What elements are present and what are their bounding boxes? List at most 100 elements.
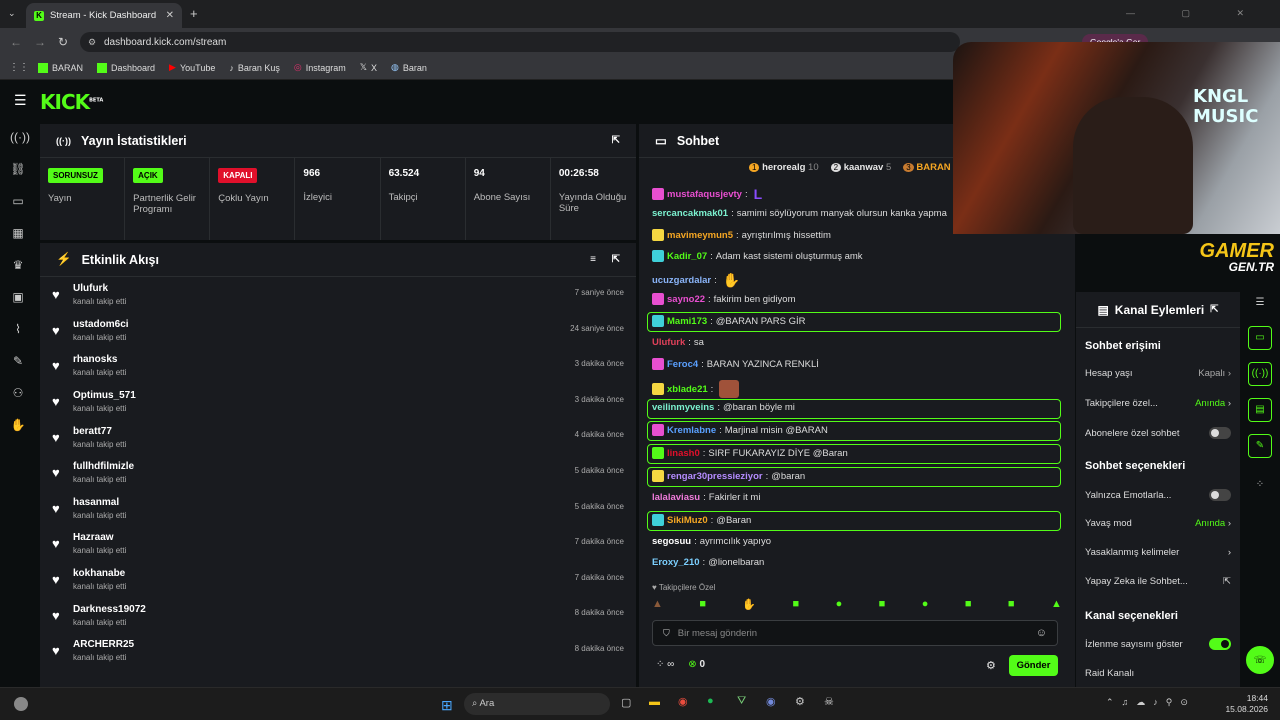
- chat-message[interactable]: segosuu: ayrımcılık yapıyo: [652, 536, 771, 547]
- chat-username[interactable]: xblade21: [667, 384, 708, 395]
- close-tab-icon[interactable]: ✕: [166, 10, 174, 21]
- feed-user[interactable]: ustadom6ci: [73, 319, 129, 330]
- feed-user[interactable]: Ulufurk: [73, 283, 126, 294]
- subs-only-toggle[interactable]: [1209, 427, 1231, 439]
- window-controls[interactable]: — ▢ ✕: [1126, 8, 1266, 19]
- bookmark-tiktok[interactable]: ♪ Baran Kuş: [229, 63, 280, 73]
- chat-username[interactable]: Kremlabne: [667, 425, 716, 436]
- emote-icon[interactable]: ✋: [742, 598, 756, 611]
- tray-icons[interactable]: ⌃♫☁♪⚲⊙: [1106, 697, 1196, 708]
- chat-message[interactable]: sercancakmak01: samimi söylüyorum manyak …: [652, 208, 947, 219]
- kick-logo[interactable]: KICKBETA: [40, 90, 103, 114]
- account-age-row[interactable]: Hesap yaşı Kapalı ›: [1085, 368, 1231, 379]
- emote-icon[interactable]: ■: [965, 598, 972, 611]
- chat-message[interactable]: Eroxy_210: @lionelbaran: [652, 557, 764, 568]
- chart-icon[interactable]: ▦: [10, 226, 26, 242]
- chat-username[interactable]: sercancakmak01: [652, 208, 728, 219]
- feed-item[interactable]: ♥ Darkness19072 kanalı takip etti 8 dakika …: [40, 597, 636, 633]
- feed-item[interactable]: ♥ ustadom6ci kanalı takip etti 24 saniye ön…: [40, 313, 636, 349]
- spotify-icon[interactable]: ●: [707, 695, 714, 707]
- discord-icon[interactable]: ◉: [766, 695, 776, 708]
- feed-user[interactable]: kokhanabe: [73, 568, 126, 579]
- taskbar-search[interactable]: ⌕ Ara: [464, 693, 610, 715]
- emote-icon[interactable]: ■: [879, 598, 886, 611]
- chat-message[interactable]: veilinmyveins: @baran böyle mi: [652, 402, 795, 413]
- feed-user[interactable]: ARCHERR25: [73, 639, 134, 650]
- url-bar[interactable]: ⚙ dashboard.kick.com/stream: [80, 32, 960, 52]
- chat-input[interactable]: ⛉ Bir mesaj gönderin ☺: [652, 620, 1058, 646]
- show-viewcount-row[interactable]: İzlenme sayısını göster: [1085, 638, 1231, 650]
- feed-item[interactable]: ♥ Ulufurk kanalı takip etti 7 saniye önce: [40, 277, 636, 313]
- emotes-only-row[interactable]: Yalnızca Emotlarla...: [1085, 489, 1231, 501]
- bookmark-x[interactable]: 𝕏X: [360, 62, 377, 73]
- explorer-icon[interactable]: ▬: [649, 696, 660, 708]
- back-icon[interactable]: ←: [10, 35, 22, 49]
- feed-user[interactable]: hasanmal: [73, 497, 126, 508]
- chat-message[interactable]: rengar30pressieziyor: @baran: [652, 470, 805, 482]
- hand-icon[interactable]: ✋: [10, 418, 26, 434]
- broadcast-tool-icon[interactable]: ((·)): [1248, 362, 1272, 386]
- list-icon[interactable]: ☰: [1248, 292, 1272, 316]
- bookmark-instagram[interactable]: ◎ Instagram: [294, 62, 346, 73]
- chat-username[interactable]: sayno22: [667, 294, 705, 305]
- popout-icon[interactable]: ⇱: [1210, 304, 1218, 315]
- emote-icon[interactable]: ■: [699, 598, 706, 611]
- viewcount-toggle[interactable]: [1209, 638, 1231, 650]
- chat-username[interactable]: mavimeymun5: [667, 230, 733, 241]
- users-icon[interactable]: ⚇: [10, 386, 26, 402]
- feed-item[interactable]: ♥ beratt77 kanalı takip etti 4 dakika önce: [40, 419, 636, 455]
- followers-only-row[interactable]: Takipçilere özel... Anında ›: [1085, 398, 1231, 409]
- link-icon[interactable]: ⛓: [10, 162, 26, 178]
- forward-icon[interactable]: →: [34, 35, 46, 49]
- emote-icon[interactable]: ▲: [1051, 598, 1062, 611]
- bookmark-baran[interactable]: BARAN: [38, 62, 83, 73]
- emote-icon[interactable]: ▲: [652, 598, 663, 611]
- chrome-icon[interactable]: ◉: [678, 695, 688, 708]
- filter-icon[interactable]: ≡: [590, 254, 596, 265]
- browser-tab[interactable]: K Stream - Kick Dashboard ✕: [26, 3, 182, 28]
- chat-username[interactable]: SikiMuz0: [667, 515, 708, 526]
- emoji-icon[interactable]: ☺: [1036, 627, 1047, 639]
- chat-message[interactable]: xblade21:: [652, 380, 740, 398]
- feed-user[interactable]: rhanosks: [73, 354, 126, 365]
- popout-icon[interactable]: ⇱: [612, 135, 620, 146]
- chat-message[interactable]: SikiMuz0: @Baran: [652, 514, 751, 526]
- chat-username[interactable]: linash0: [667, 448, 700, 459]
- menu-icon[interactable]: ☰: [14, 92, 27, 109]
- feed-item[interactable]: ♥ rhanosks kanalı takip etti 3 dakika önce: [40, 348, 636, 384]
- feed-user[interactable]: Optimus_571: [73, 390, 136, 401]
- chat-username[interactable]: Kadir_07: [667, 251, 707, 262]
- chat-message[interactable]: Mami173: @BARAN PARS GİR: [652, 315, 806, 327]
- support-icon[interactable]: ☏: [1246, 646, 1274, 674]
- feed-user[interactable]: fullhdfilmizle: [73, 461, 134, 472]
- points-counter[interactable]: ⊗ 0: [688, 659, 705, 670]
- raid-channel-row[interactable]: Raid Kanalı: [1085, 668, 1231, 679]
- leader-2[interactable]: 2 kaanwav 5: [830, 162, 891, 173]
- trophy-icon[interactable]: ♛: [10, 258, 26, 274]
- reload-icon[interactable]: ↻: [58, 35, 68, 49]
- widgets-icon[interactable]: [14, 697, 28, 711]
- video-icon[interactable]: ▣: [10, 290, 26, 306]
- settings-icon[interactable]: ⚙: [986, 659, 996, 672]
- feed-item[interactable]: ♥ Hazraaw kanalı takip etti 7 dakika önce: [40, 526, 636, 562]
- new-tab-icon[interactable]: +: [190, 6, 198, 21]
- chat-message[interactable]: mustafaqusjevty: L: [652, 186, 762, 202]
- ai-chat-row[interactable]: Yapay Zeka ile Sohbet... ⇱: [1085, 576, 1231, 587]
- chat-username[interactable]: ucuzgardalar: [652, 275, 711, 286]
- chat-username[interactable]: veilinmyveins: [652, 402, 714, 413]
- clock[interactable]: 18:44 15.08.2026: [1225, 693, 1268, 715]
- chat-username[interactable]: rengar30pressieziyor: [667, 471, 763, 482]
- send-button[interactable]: Gönder: [1009, 655, 1058, 676]
- chat-username[interactable]: segosuu: [652, 536, 691, 547]
- share-tool-icon[interactable]: ⁘: [1248, 474, 1272, 498]
- wrench-tool-icon[interactable]: ✎: [1248, 434, 1272, 458]
- stream-icon[interactable]: ((·)): [10, 130, 30, 146]
- chat-username[interactable]: Eroxy_210: [652, 557, 700, 568]
- emote-icon[interactable]: ■: [793, 598, 800, 611]
- browser-icon[interactable]: ▭: [10, 194, 26, 210]
- taskview-icon[interactable]: ▢: [621, 696, 631, 709]
- feed-item[interactable]: ♥ ARCHERR25 kanalı takip etti 8 dakika önce: [40, 633, 636, 669]
- feed-item[interactable]: ♥ Optimus_571 kanalı takip etti 3 dakika ön…: [40, 384, 636, 420]
- chat-username[interactable]: Ulufurk: [652, 337, 685, 348]
- feed-item[interactable]: ♥ fullhdfilmizle kanalı takip etti 5 dakika…: [40, 455, 636, 491]
